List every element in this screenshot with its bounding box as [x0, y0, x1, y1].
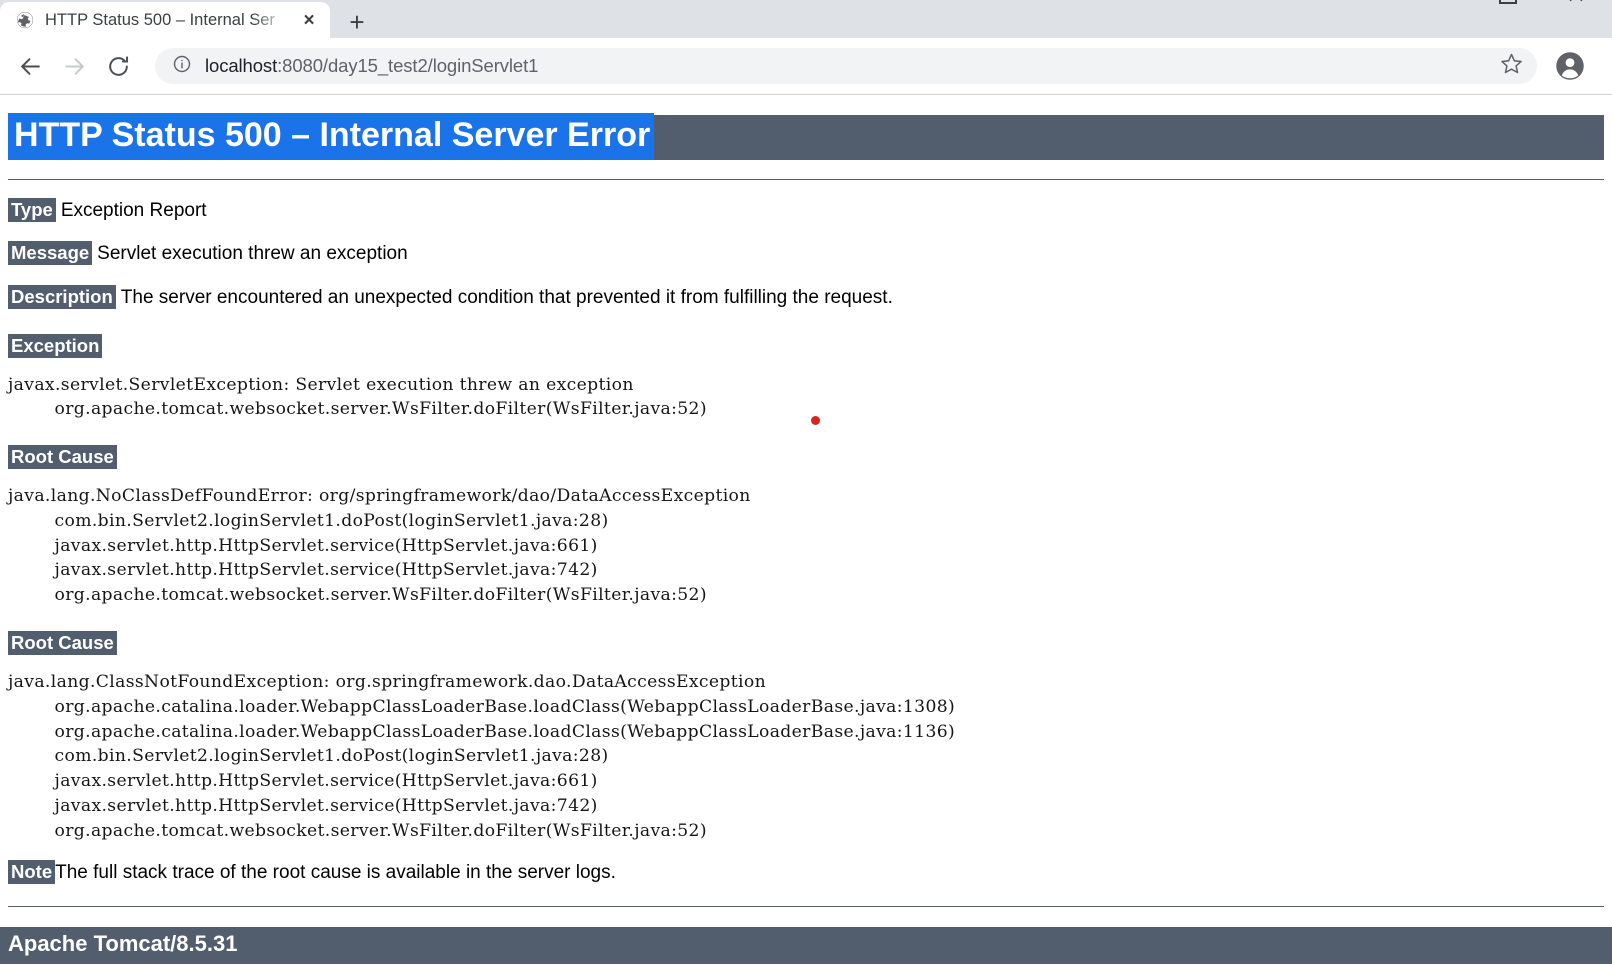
url-host: localhost: [205, 55, 277, 76]
field-message: MessageServlet execution threw an except…: [8, 241, 1604, 267]
section-label: Root Cause: [8, 445, 117, 469]
stack-trace: javax.servlet.ServletException: Servlet …: [8, 373, 1604, 423]
browser-tab[interactable]: HTTP Status 500 – Internal Ser ×: [0, 2, 330, 38]
minimize-icon[interactable]: [1428, 0, 1444, 2]
reload-icon[interactable]: [98, 46, 138, 86]
chrome-divider: [0, 94, 1612, 95]
url-text[interactable]: localhost:8080/day15_test2/loginServlet1: [205, 55, 1487, 77]
cursor-marker-dot: [811, 416, 820, 425]
stack-trace: java.lang.NoClassDefFoundError: org/spri…: [8, 484, 1604, 608]
title-divider: [8, 179, 1604, 180]
address-bar[interactable]: localhost:8080/day15_test2/loginServlet1: [155, 48, 1537, 84]
field-label: Message: [8, 241, 92, 265]
field-value: Servlet execution threw an exception: [97, 243, 408, 264]
new-tab-button[interactable]: +: [334, 5, 380, 38]
section-heading-exception: Exception: [8, 335, 1604, 357]
back-arrow-icon[interactable]: [10, 46, 50, 86]
field-value: The server encountered an unexpected con…: [121, 287, 893, 308]
note-value: The full stack trace of the root cause i…: [55, 862, 616, 883]
close-icon[interactable]: [1568, 0, 1584, 2]
star-icon[interactable]: [1500, 52, 1523, 80]
tab-strip: HTTP Status 500 – Internal Ser × +: [0, 0, 1612, 38]
section-label: Root Cause: [8, 631, 117, 655]
note-row: NoteThe full stack trace of the root cau…: [8, 861, 1604, 884]
page-title-text: HTTP Status 500 – Internal Server Error: [8, 113, 654, 160]
browser-chrome: HTTP Status 500 – Internal Ser × +: [0, 0, 1612, 95]
info-circle-icon[interactable]: [172, 54, 192, 79]
section-heading-root-cause-2: Root Cause: [8, 632, 1604, 654]
field-value: Exception Report: [61, 200, 207, 221]
field-type: TypeException Report: [8, 198, 1604, 224]
note-label: Note: [8, 860, 55, 884]
section-heading-root-cause-1: Root Cause: [8, 446, 1604, 468]
browser-toolbar: localhost:8080/day15_test2/loginServlet1: [0, 38, 1612, 94]
tomcat-error-page: HTTP Status 500 – Internal Server Error …: [0, 115, 1612, 966]
url-path: :8080/day15_test2/loginServlet1: [277, 55, 538, 76]
page-title: HTTP Status 500 – Internal Server Error: [8, 115, 1604, 160]
maximize-icon[interactable]: [1498, 0, 1514, 2]
tab-title: HTTP Status 500 – Internal Ser: [45, 11, 287, 30]
field-label: Type: [8, 198, 56, 222]
stack-trace: java.lang.ClassNotFoundException: org.sp…: [8, 670, 1604, 843]
footer-version-bar: Apache Tomcat/8.5.31: [0, 927, 1612, 963]
field-description: DescriptionThe server encountered an une…: [8, 285, 1604, 311]
field-label: Description: [8, 285, 116, 309]
forward-arrow-icon: [54, 46, 94, 86]
globe-icon: [16, 11, 34, 29]
window-controls: [1428, 0, 1612, 2]
tab-close-icon[interactable]: ×: [298, 9, 320, 31]
section-label: Exception: [8, 334, 102, 358]
profile-avatar-icon[interactable]: [1550, 46, 1590, 86]
footer-divider: [8, 906, 1604, 907]
